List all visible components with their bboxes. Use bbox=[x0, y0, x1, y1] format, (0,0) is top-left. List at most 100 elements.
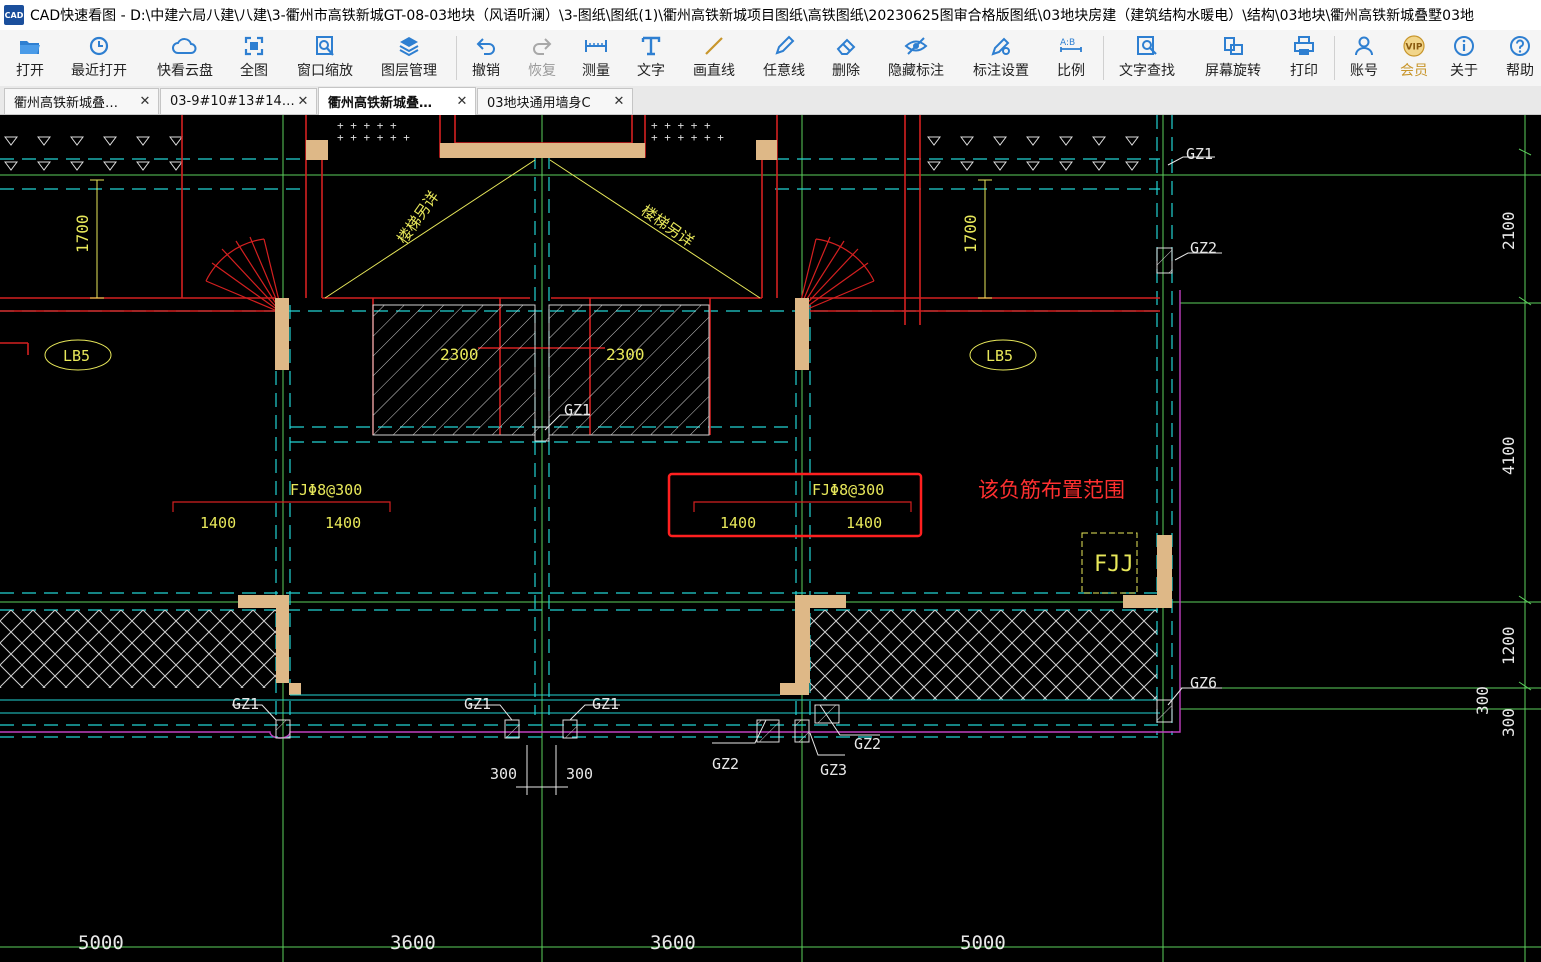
vip-icon: VIP bbox=[1401, 35, 1427, 57]
text-button[interactable]: 文字 bbox=[631, 30, 671, 86]
about-button[interactable]: 关于 bbox=[1444, 30, 1484, 86]
cad-drawing: + + + + + + + + + + + + + + + + + + + + … bbox=[0, 115, 1541, 962]
eraser-icon bbox=[833, 35, 859, 57]
right-dim-2100: 2100 bbox=[1499, 211, 1518, 250]
undo-button[interactable]: 撤销 bbox=[466, 30, 506, 86]
mark-settings-button[interactable]: 标注设置 bbox=[966, 30, 1036, 86]
print-button[interactable]: 打印 bbox=[1284, 30, 1324, 86]
xhatch-slab bbox=[810, 610, 1157, 700]
stair-outline bbox=[90, 159, 992, 299]
hide-marks-label: 隐藏标注 bbox=[888, 63, 944, 79]
redo-button[interactable]: 恢复 bbox=[522, 30, 562, 86]
open-button[interactable]: 打开 bbox=[8, 30, 52, 86]
dim-1400: 1400 bbox=[720, 514, 756, 532]
cloud-button[interactable]: 快看云盘 bbox=[150, 30, 220, 86]
window-zoom-label: 窗口缩放 bbox=[297, 63, 353, 79]
gz2-label: GZ2 bbox=[854, 735, 881, 753]
freehand-button[interactable]: 任意线 bbox=[758, 30, 810, 86]
full-view-label: 全图 bbox=[240, 63, 268, 79]
rebar-label-left: FJΦ8@300 bbox=[290, 481, 362, 499]
toolbar-separator bbox=[1103, 36, 1104, 80]
axis-lines bbox=[0, 115, 1541, 962]
tab-label: 03地块通用墙身C bbox=[487, 96, 591, 111]
fullscreen-icon bbox=[241, 35, 267, 57]
cad-drawing-canvas[interactable]: + + + + + + + + + + + + + + + + + + + + … bbox=[0, 115, 1541, 962]
account-button[interactable]: 账号 bbox=[1344, 30, 1384, 86]
open-label: 打开 bbox=[16, 63, 44, 79]
document-tab-active[interactable]: 衢州高铁新城叠… ✕ bbox=[318, 87, 476, 115]
vip-label: 会员 bbox=[1400, 63, 1428, 79]
measure-button[interactable]: 测量 bbox=[576, 30, 616, 86]
slab-label-lb5-right: LB5 bbox=[986, 347, 1013, 365]
xhatch-slab bbox=[0, 610, 276, 688]
undo-label: 撤销 bbox=[472, 63, 500, 79]
rotate-button[interactable]: 屏幕旋转 bbox=[1200, 30, 1266, 86]
document-tab-bar: 衢州高铁新城叠… ✕ 03-9#10#13#14… ✕ 衢州高铁新城叠… ✕ 0… bbox=[0, 86, 1541, 115]
measure-label: 测量 bbox=[582, 63, 610, 79]
gz3-label: GZ3 bbox=[820, 761, 847, 779]
right-dim-300: 300 bbox=[1473, 686, 1492, 715]
scale-label: 比例 bbox=[1057, 63, 1085, 79]
gz6-label: GZ6 bbox=[1190, 674, 1217, 692]
tab-close-icon[interactable]: ✕ bbox=[138, 94, 152, 109]
tab-close-icon[interactable]: ✕ bbox=[296, 94, 310, 109]
tab-close-icon[interactable]: ✕ bbox=[455, 94, 469, 109]
gz1-label: GZ1 bbox=[592, 695, 619, 713]
line-button[interactable]: 画直线 bbox=[688, 30, 740, 86]
help-button[interactable]: 帮助 bbox=[1500, 30, 1540, 86]
document-tab[interactable]: 衢州高铁新城叠… ✕ bbox=[4, 88, 159, 114]
ruler-icon bbox=[583, 35, 609, 57]
fjj-label: FJJ bbox=[1094, 552, 1134, 577]
tab-label: 衢州高铁新城叠… bbox=[14, 96, 119, 111]
scale-button[interactable]: A:B 比例 bbox=[1050, 30, 1092, 86]
right-dim-300: 300 bbox=[1499, 708, 1518, 737]
redo-icon bbox=[529, 35, 555, 57]
document-tab[interactable]: 03-9#10#13#14… ✕ bbox=[160, 88, 317, 114]
text-search-button[interactable]: 文字查找 bbox=[1114, 30, 1180, 86]
user-icon bbox=[1351, 35, 1377, 57]
print-label: 打印 bbox=[1290, 63, 1318, 79]
gz1-label: GZ1 bbox=[1186, 145, 1213, 163]
recent-button[interactable]: 最近打开 bbox=[64, 30, 134, 86]
document-tab[interactable]: 03地块通用墙身C ✕ bbox=[477, 88, 633, 114]
delete-button[interactable]: 删除 bbox=[826, 30, 866, 86]
window-zoom-button[interactable]: 窗口缩放 bbox=[290, 30, 360, 86]
tab-close-icon[interactable]: ✕ bbox=[612, 94, 626, 109]
printer-icon bbox=[1291, 35, 1317, 57]
scale-ratio-icon: A:B bbox=[1058, 35, 1084, 57]
layers-button[interactable]: 图层管理 bbox=[376, 30, 442, 86]
rebar-label-right: FJΦ8@300 bbox=[812, 481, 884, 499]
rotate-label: 屏幕旋转 bbox=[1205, 63, 1261, 79]
dim-300: 300 bbox=[490, 765, 517, 783]
window-title: CAD快速看图 - D:\中建六局八建\八建\3-衢州市高铁新城GT-08-03… bbox=[30, 8, 1474, 24]
cloud-icon bbox=[172, 35, 198, 57]
rotate-screen-icon bbox=[1220, 35, 1246, 57]
dim-2300-left: 2300 bbox=[440, 345, 479, 364]
main-toolbar: 打开 最近打开 快看云盘 全图 窗口缩放 图层管理 撤销 恢复 测量 文字 画直… bbox=[0, 30, 1541, 87]
help-question-icon bbox=[1507, 35, 1533, 57]
vip-button[interactable]: VIP 会员 bbox=[1394, 30, 1434, 86]
cloud-label: 快看云盘 bbox=[157, 63, 213, 79]
annotation-note: 该负筋布置范围 bbox=[978, 478, 1125, 502]
text-search-label: 文字查找 bbox=[1119, 63, 1175, 79]
layers-icon bbox=[396, 35, 422, 57]
full-view-button[interactable]: 全图 bbox=[234, 30, 274, 86]
dim-2300-right: 2300 bbox=[606, 345, 645, 364]
gz1-label: GZ1 bbox=[564, 401, 591, 419]
text-t-icon bbox=[638, 35, 664, 57]
right-dim-1200: 1200 bbox=[1499, 626, 1518, 665]
text-search-icon bbox=[1134, 35, 1160, 57]
line-label: 画直线 bbox=[693, 63, 735, 79]
pencil-icon bbox=[771, 35, 797, 57]
hide-marks-button[interactable]: 隐藏标注 bbox=[882, 30, 950, 86]
gz2-label: GZ2 bbox=[712, 755, 739, 773]
rebar-left bbox=[172, 501, 391, 512]
bottom-dim-5000: 5000 bbox=[960, 932, 1006, 954]
svg-text:+ + + + + +: + + + + + + bbox=[651, 131, 724, 144]
tab-label: 03-9#10#13#14… bbox=[170, 94, 295, 109]
undo-icon bbox=[473, 35, 499, 57]
gz1-label: GZ1 bbox=[464, 695, 491, 713]
freehand-label: 任意线 bbox=[763, 63, 805, 79]
dim-1700-left: 1700 bbox=[73, 214, 92, 253]
right-dim-4100: 4100 bbox=[1499, 436, 1518, 475]
